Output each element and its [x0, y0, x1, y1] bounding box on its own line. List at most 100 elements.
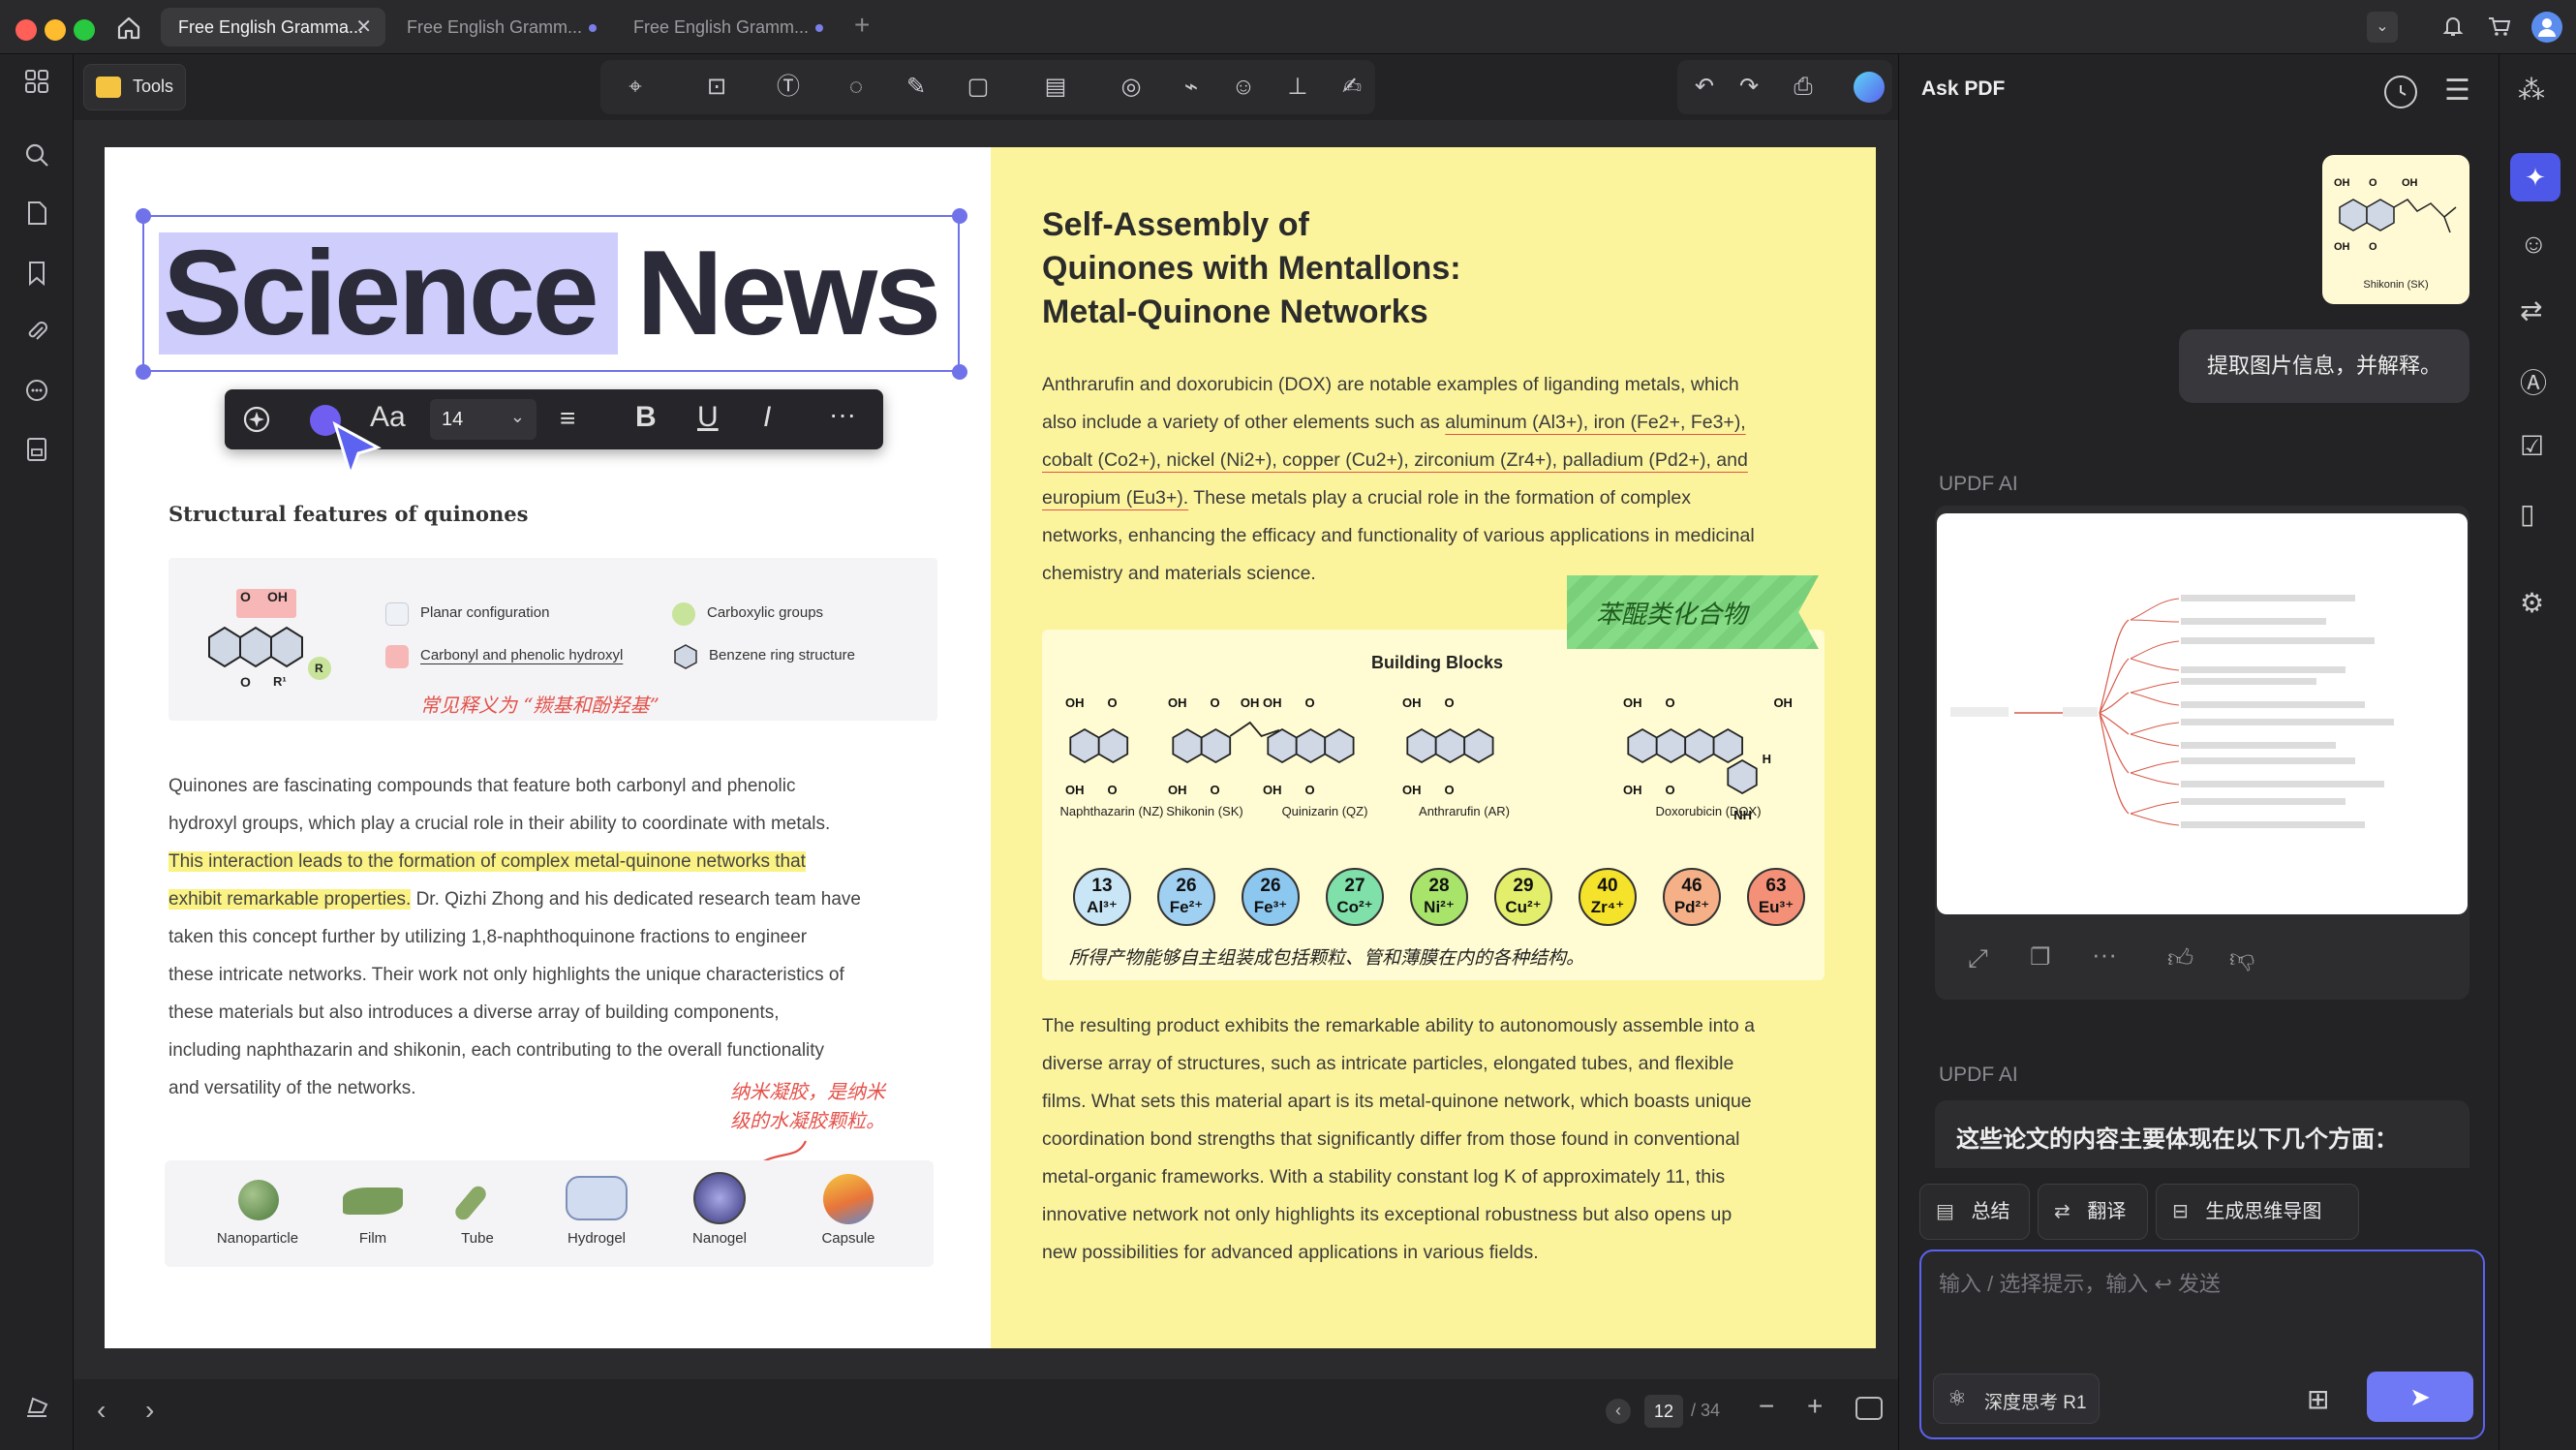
- tab-close-icon[interactable]: ✕: [355, 8, 372, 46]
- chevron-right-icon[interactable]: ›: [145, 1395, 154, 1426]
- new-tab-icon[interactable]: +: [854, 10, 870, 41]
- tab-document-3[interactable]: Free English Gramm...: [616, 8, 839, 46]
- underlined-text: aluminum (Al3+), iron (Fe2+, Fe3+),: [1445, 412, 1746, 433]
- metal-ion-bubble: 13 Al³⁺: [1073, 868, 1131, 926]
- paragraph-line: metal-organic frameworks. With a stabili…: [1042, 1166, 1726, 1188]
- ocr-icon[interactable]: Ⓐ: [2520, 362, 2547, 401]
- redo-icon[interactable]: ↷: [1728, 66, 1770, 108]
- ring-shape: [1295, 727, 1327, 764]
- add-image-icon[interactable]: ⊞: [2307, 1383, 2329, 1415]
- zoom-out-icon[interactable]: −: [1759, 1391, 1774, 1422]
- home-icon[interactable]: [114, 14, 143, 43]
- more-options-icon[interactable]: ···: [829, 399, 856, 430]
- ring-shape: [1712, 727, 1743, 764]
- form-icon[interactable]: ☑: [2520, 430, 2544, 462]
- shape-rectangle-icon[interactable]: ▢: [955, 66, 1001, 108]
- ion-symbol: Fe²⁺: [1169, 898, 1204, 916]
- settings-gear-icon[interactable]: ⚙: [2520, 587, 2544, 619]
- cart-icon[interactable]: [2485, 12, 2514, 41]
- attached-image-thumbnail[interactable]: OH O OH OH O Shikonin (SK): [2322, 155, 2469, 304]
- layers-icon[interactable]: [17, 1393, 56, 1432]
- zoom-in-icon[interactable]: +: [1807, 1391, 1823, 1422]
- apps-icon[interactable]: ⁂: [2518, 74, 2545, 106]
- undo-icon[interactable]: ↶: [1683, 66, 1726, 108]
- attachment-icon[interactable]: [17, 318, 56, 356]
- fit-page-icon[interactable]: [1855, 1397, 1883, 1420]
- expand-icon[interactable]: ⤢: [1968, 943, 1988, 974]
- sticker-icon[interactable]: ☺: [1222, 66, 1265, 108]
- paragraph-line: also include a variety of other elements…: [1042, 412, 1446, 433]
- chat-input-placeholder[interactable]: 输入 / 选择提示，输入 ↩ 发送: [1939, 1267, 2221, 1298]
- ai-assistant-icon[interactable]: [1854, 72, 1885, 103]
- font-size-value: 14: [442, 409, 464, 430]
- maximize-window-button[interactable]: [74, 19, 95, 41]
- select-cursor-icon[interactable]: ⌖: [612, 66, 659, 108]
- text-box-icon[interactable]: ⊡: [693, 66, 740, 108]
- align-icon[interactable]: ≡: [560, 403, 575, 434]
- bold-icon[interactable]: B: [635, 401, 657, 434]
- comment-icon[interactable]: ◌: [835, 66, 877, 108]
- comments-icon[interactable]: [17, 378, 56, 416]
- thumbs-up-icon[interactable]: 👍︎: [2167, 943, 2193, 973]
- ai-magic-icon[interactable]: [238, 401, 275, 438]
- carbonyl-swatch: [385, 645, 409, 668]
- component-label: Tube: [461, 1230, 494, 1247]
- user-avatar[interactable]: [2531, 12, 2562, 43]
- chevron-left-icon[interactable]: ‹: [97, 1395, 106, 1426]
- font-size-select[interactable]: 14 ⌄: [430, 399, 537, 440]
- ai-bot-icon[interactable]: ☺: [2520, 229, 2548, 260]
- sticky-note[interactable]: 苯醌类化合物: [1567, 575, 1819, 649]
- tab-document-2[interactable]: Free English Gramm...: [389, 8, 612, 46]
- notification-bell-icon[interactable]: [2438, 12, 2468, 41]
- pages-icon[interactable]: [17, 200, 56, 238]
- deep-think-toggle[interactable]: ⚛ 深度思考 R1: [1933, 1373, 2100, 1424]
- tab-document-1[interactable]: Free English Gramma... ✕: [161, 8, 385, 46]
- ruler-icon[interactable]: ▤: [1032, 66, 1079, 108]
- paragraph-line: including naphthazarin and shikonin, eac…: [169, 1040, 825, 1061]
- mindmap-chip[interactable]: ⊟ 生成思维导图: [2156, 1184, 2359, 1240]
- mindmap-preview[interactable]: [1937, 513, 2468, 914]
- send-button[interactable]: ➤: [2367, 1372, 2473, 1422]
- text-field-icon[interactable]: Ⓣ: [765, 66, 812, 108]
- previous-page-button[interactable]: ‹: [1606, 1399, 1631, 1424]
- signature-icon[interactable]: ✍: [1331, 66, 1373, 108]
- paragraph-line: new possibilities for advanced applicati…: [1042, 1242, 1539, 1263]
- page-title[interactable]: Science News: [163, 221, 941, 366]
- more-icon[interactable]: ···: [2092, 940, 2117, 970]
- grid-apps-icon[interactable]: [17, 68, 56, 107]
- minimize-window-button[interactable]: [45, 19, 66, 41]
- italic-icon[interactable]: I: [763, 401, 771, 434]
- ai-chat-pdf-icon[interactable]: ✦: [2510, 153, 2561, 201]
- tabs-dropdown-icon[interactable]: ⌄: [2367, 12, 2398, 43]
- reader-icon[interactable]: ▯: [2520, 498, 2534, 530]
- attach-file-icon[interactable]: ⌁: [1170, 66, 1212, 108]
- legend-carboxylic: Carboxylic groups: [707, 604, 824, 621]
- summarize-chip[interactable]: ▤ 总结: [1919, 1184, 2030, 1240]
- stamp-search-icon[interactable]: ◎: [1110, 66, 1152, 108]
- translate-chip[interactable]: ⇄ 翻译: [2038, 1184, 2148, 1240]
- underline-icon[interactable]: U: [697, 401, 719, 434]
- current-page-input[interactable]: 12: [1644, 1395, 1683, 1428]
- resize-handle[interactable]: [952, 208, 967, 224]
- translate-tool-icon[interactable]: ⇄: [2520, 294, 2542, 326]
- resize-handle[interactable]: [136, 208, 151, 224]
- bookmark-icon[interactable]: [17, 260, 56, 298]
- close-window-button[interactable]: [15, 19, 37, 41]
- thumbs-down-icon[interactable]: 👎︎: [2229, 943, 2254, 973]
- copy-icon[interactable]: ❐: [2030, 943, 2051, 972]
- resize-handle[interactable]: [952, 364, 967, 380]
- ring-shape: [1655, 727, 1687, 764]
- atomic-number: 46: [1681, 876, 1702, 896]
- settings-sliders-icon[interactable]: ☰: [2444, 74, 2470, 108]
- search-icon[interactable]: [17, 141, 56, 180]
- history-clock-icon[interactable]: [2384, 76, 2417, 108]
- chip-label: 总结: [1971, 1201, 2010, 1222]
- note-line: 纳米凝胶，是纳米: [730, 1080, 885, 1103]
- highlighter-icon[interactable]: ✎: [895, 66, 937, 108]
- document-info-icon[interactable]: [17, 436, 56, 475]
- stamp-icon[interactable]: ⊥: [1276, 66, 1319, 108]
- save-icon[interactable]: ⎙: [1776, 66, 1830, 108]
- tools-button[interactable]: Tools: [83, 64, 186, 110]
- chat-input-box[interactable]: 输入 / 选择提示，输入 ↩ 发送 ⚛ 深度思考 R1 ⊞ ➤: [1919, 1249, 2485, 1439]
- resize-handle[interactable]: [136, 364, 151, 380]
